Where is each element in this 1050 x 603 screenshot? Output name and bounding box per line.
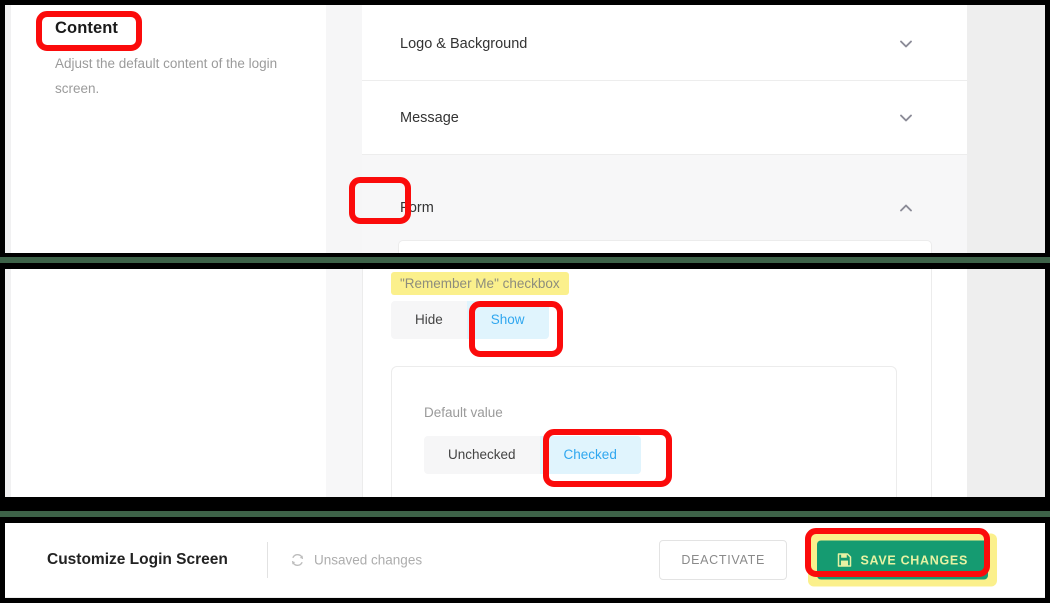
- settings-left-column: Content Adjust the default content of th…: [5, 5, 326, 253]
- card-left-gutter: [326, 269, 362, 497]
- accordion-label-form: Form: [400, 200, 434, 216]
- page-scrollbar-track[interactable]: [967, 5, 1045, 253]
- action-bar-divider: [267, 542, 268, 578]
- page-description: Adjust the default content of the login …: [55, 56, 278, 96]
- save-button-highlight: SAVE CHANGES: [807, 533, 997, 587]
- card-left-gutter: [326, 5, 362, 253]
- form-panel-card: [398, 240, 932, 253]
- chevron-down-icon: [898, 110, 914, 126]
- toggle-option-show[interactable]: Show: [466, 301, 549, 339]
- panel-separator-1: [0, 257, 1050, 263]
- settings-content-column-continued: "Remember Me" checkbox Hide Show Default…: [326, 269, 1045, 497]
- save-changes-button[interactable]: SAVE CHANGES: [816, 540, 988, 580]
- settings-content-column: Logo & Background Message Form: [326, 5, 1045, 253]
- panel-separator-2: [0, 511, 1050, 517]
- accordion-card-area: Logo & Background Message Form: [326, 5, 967, 253]
- accordion-label-logo-background: Logo & Background: [400, 36, 528, 52]
- chevron-down-icon: [898, 36, 914, 52]
- toggle-group-default-value: Unchecked Checked: [424, 436, 641, 474]
- action-bar: Customize Login Screen Unsaved changes D…: [5, 523, 1045, 598]
- unsaved-changes-text: Unsaved changes: [314, 552, 423, 568]
- default-value-card: Default value Unchecked Checked: [391, 366, 897, 497]
- unsaved-changes-status: Unsaved changes: [290, 553, 422, 568]
- panel-form-options-middle: "Remember Me" checkbox Hide Show Default…: [5, 269, 1045, 497]
- accordion-label-message: Message: [400, 109, 459, 126]
- chevron-up-icon: [898, 200, 914, 216]
- action-bar-title: Customize Login Screen: [47, 551, 228, 568]
- accordion-item-logo-background[interactable]: Logo & Background: [362, 8, 967, 81]
- toggle-option-unchecked[interactable]: Unchecked: [424, 436, 540, 474]
- field-label-default-value: Default value: [424, 405, 503, 420]
- toggle-group-remember-me-visibility: Hide Show: [391, 301, 549, 339]
- settings-left-column-continued: [5, 269, 326, 497]
- page-title: Content: [55, 19, 119, 37]
- form-panel-card: "Remember Me" checkbox Hide Show Default…: [362, 269, 932, 497]
- form-panel-area: "Remember Me" checkbox Hide Show Default…: [326, 269, 967, 497]
- sync-icon: [290, 553, 305, 568]
- screenshot-root: Content Adjust the default content of th…: [0, 0, 1050, 603]
- toggle-option-hide[interactable]: Hide: [391, 301, 467, 339]
- save-floppy-icon: [837, 553, 852, 568]
- save-changes-label: SAVE CHANGES: [860, 553, 968, 567]
- deactivate-button[interactable]: DEACTIVATE: [659, 540, 787, 580]
- accordion-item-message[interactable]: Message: [362, 81, 967, 155]
- page-scrollbar-track[interactable]: [967, 269, 1045, 497]
- panel-action-bar-bottom: Customize Login Screen Unsaved changes D…: [5, 523, 1045, 598]
- panel-content-settings-top: Content Adjust the default content of th…: [5, 5, 1045, 253]
- toggle-option-checked[interactable]: Checked: [539, 436, 641, 474]
- field-label-remember-me: "Remember Me" checkbox: [391, 272, 569, 295]
- accordion-item-form[interactable]: Form: [362, 155, 967, 253]
